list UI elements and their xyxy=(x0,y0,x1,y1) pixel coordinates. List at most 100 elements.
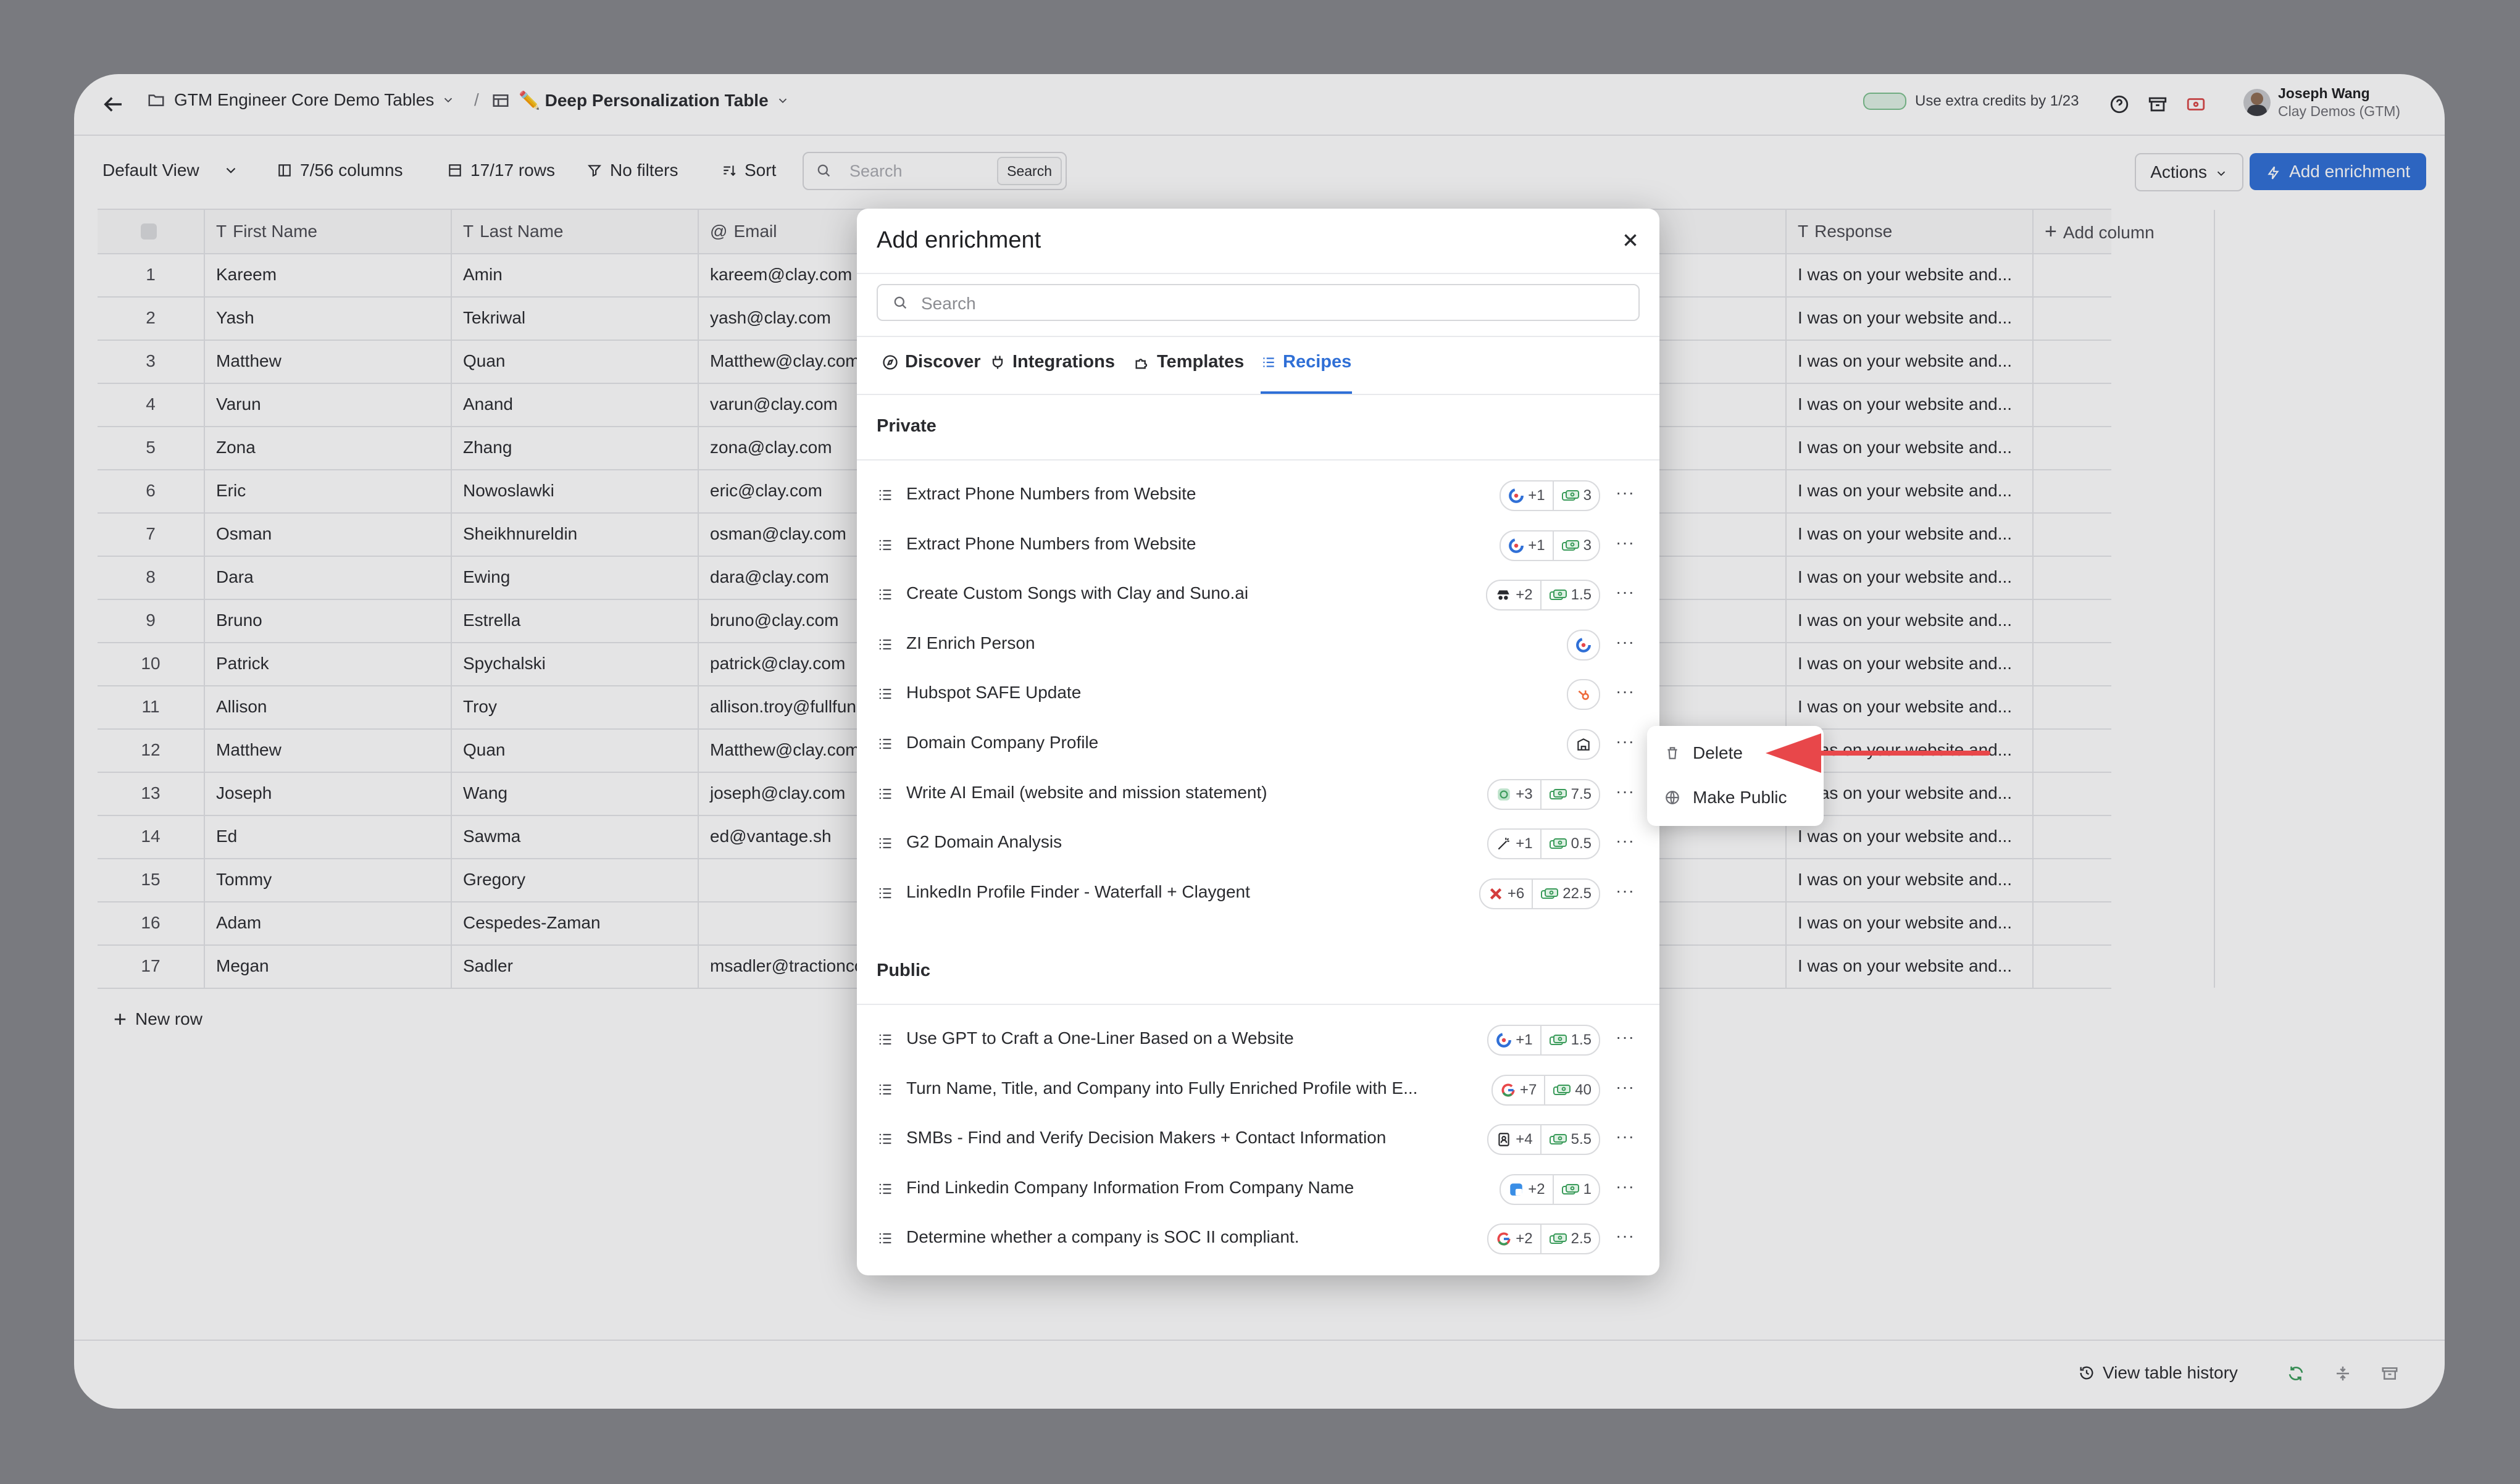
more-options-icon[interactable]: ··· xyxy=(1616,682,1635,701)
last-name-cell[interactable]: Wang xyxy=(452,772,699,815)
more-options-icon[interactable]: ··· xyxy=(1616,782,1635,801)
response-cell[interactable]: I was on your website and... xyxy=(1787,858,2034,901)
response-cell[interactable]: I was on your website and... xyxy=(1787,944,2034,988)
credits-indicator[interactable]: Use extra credits by 1/23 xyxy=(1863,93,2079,110)
first-name-cell[interactable]: Dara xyxy=(205,556,452,599)
empty-cell[interactable] xyxy=(2034,253,2215,296)
more-options-icon[interactable]: ··· xyxy=(1616,1027,1635,1047)
column-header-last-name[interactable]: T Last Name xyxy=(452,210,699,253)
row-number[interactable]: 2 xyxy=(98,296,205,340)
more-options-icon[interactable]: ··· xyxy=(1616,632,1635,652)
row-number[interactable]: 13 xyxy=(98,772,205,815)
response-cell[interactable]: I was on your website and... xyxy=(1787,340,2034,383)
add-column-button[interactable]: + Add column xyxy=(2034,210,2215,253)
more-options-icon[interactable]: ··· xyxy=(1616,1127,1635,1146)
breadcrumb-workspace[interactable]: GTM Engineer Core Demo Tables xyxy=(147,90,464,110)
first-name-cell[interactable]: Megan xyxy=(205,944,452,988)
tab-discover[interactable]: Discover xyxy=(882,352,981,372)
last-name-cell[interactable]: Spychalski xyxy=(452,642,699,685)
user-menu[interactable]: Joseph Wang Clay Demos (GTM) xyxy=(2243,85,2400,120)
recipe-item[interactable]: Extract Phone Numbers from Website +1 3 ··· xyxy=(857,520,1659,570)
more-options-icon[interactable]: ··· xyxy=(1616,1177,1635,1196)
response-cell[interactable]: I was on your website and... xyxy=(1787,599,2034,642)
table-search[interactable]: Search Search xyxy=(803,152,1067,190)
view-selector[interactable]: Default View xyxy=(102,160,246,180)
empty-cell[interactable] xyxy=(2034,556,2215,599)
last-name-cell[interactable]: Ewing xyxy=(452,556,699,599)
last-name-cell[interactable]: Cespedes-Zaman xyxy=(452,901,699,944)
column-header-first-name[interactable]: T First Name xyxy=(205,210,452,253)
more-options-icon[interactable]: ··· xyxy=(1616,732,1635,751)
new-row-button[interactable]: + New row xyxy=(114,1006,202,1032)
column-header-response[interactable]: T Response xyxy=(1787,210,2034,253)
last-name-cell[interactable]: Quan xyxy=(452,728,699,772)
last-name-cell[interactable]: Tekriwal xyxy=(452,296,699,340)
row-number[interactable]: 12 xyxy=(98,728,205,772)
empty-cell[interactable] xyxy=(2034,340,2215,383)
more-options-icon[interactable]: ··· xyxy=(1616,831,1635,851)
recipe-item[interactable]: Determine whether a company is SOC II co… xyxy=(857,1214,1659,1263)
response-cell[interactable]: I was on your website and... xyxy=(1787,296,2034,340)
add-enrichment-button[interactable]: Add enrichment xyxy=(2250,153,2426,190)
recipe-item[interactable]: Turn Name, Title, and Company into Fully… xyxy=(857,1065,1659,1114)
row-number[interactable]: 11 xyxy=(98,685,205,728)
recipe-item[interactable]: LinkedIn Profile Finder - Waterfall + Cl… xyxy=(857,869,1659,918)
tab-recipes[interactable]: Recipes xyxy=(1261,352,1351,372)
first-name-cell[interactable]: Joseph xyxy=(205,772,452,815)
last-name-cell[interactable]: Troy xyxy=(452,685,699,728)
empty-cell[interactable] xyxy=(2034,383,2215,426)
empty-cell[interactable] xyxy=(2034,469,2215,512)
make-public-menu-item[interactable]: Make Public xyxy=(1664,788,1787,807)
filters-button[interactable]: No filters xyxy=(586,160,678,180)
empty-cell[interactable] xyxy=(2034,772,2215,815)
last-name-cell[interactable]: Zhang xyxy=(452,426,699,469)
response-cell[interactable]: I was on your website and... xyxy=(1787,815,2034,858)
row-number[interactable]: 9 xyxy=(98,599,205,642)
recipe-item[interactable]: ZI Enrich Person ··· xyxy=(857,620,1659,669)
row-number[interactable]: 6 xyxy=(98,469,205,512)
row-number[interactable]: 4 xyxy=(98,383,205,426)
empty-cell[interactable] xyxy=(2034,944,2215,988)
first-name-cell[interactable]: Ed xyxy=(205,815,452,858)
refresh-icon[interactable] xyxy=(2287,1364,2305,1383)
first-name-cell[interactable]: Zona xyxy=(205,426,452,469)
sort-button[interactable]: Sort xyxy=(721,160,776,180)
recipe-item[interactable]: Hubspot SAFE Update ··· xyxy=(857,669,1659,719)
last-name-cell[interactable]: Sadler xyxy=(452,944,699,988)
last-name-cell[interactable]: Sawma xyxy=(452,815,699,858)
recipe-item[interactable]: Create Custom Songs with Clay and Suno.a… xyxy=(857,570,1659,619)
first-name-cell[interactable]: Tommy xyxy=(205,858,452,901)
columns-button[interactable]: 7/56 columns xyxy=(277,160,403,180)
empty-cell[interactable] xyxy=(2034,642,2215,685)
actions-button[interactable]: Actions xyxy=(2135,153,2243,191)
last-name-cell[interactable]: Sheikhnureldin xyxy=(452,512,699,556)
response-cell[interactable]: I was on your website and... xyxy=(1787,556,2034,599)
first-name-cell[interactable]: Patrick xyxy=(205,642,452,685)
row-number[interactable]: 10 xyxy=(98,642,205,685)
tab-integrations[interactable]: Integrations xyxy=(989,352,1115,372)
last-name-cell[interactable]: Nowoslawki xyxy=(452,469,699,512)
empty-cell[interactable] xyxy=(2034,858,2215,901)
first-name-cell[interactable]: Allison xyxy=(205,685,452,728)
more-options-icon[interactable]: ··· xyxy=(1616,533,1635,552)
recipe-item[interactable]: Extract Phone Numbers from Website +1 3 ··· xyxy=(857,470,1659,520)
first-name-cell[interactable]: Bruno xyxy=(205,599,452,642)
empty-cell[interactable] xyxy=(2034,426,2215,469)
empty-cell[interactable] xyxy=(2034,901,2215,944)
row-number[interactable]: 1 xyxy=(98,253,205,296)
last-name-cell[interactable]: Anand xyxy=(452,383,699,426)
tab-templates[interactable]: Templates xyxy=(1133,352,1244,372)
delete-menu-item[interactable]: Delete xyxy=(1664,743,1743,763)
first-name-cell[interactable]: Adam xyxy=(205,901,452,944)
more-options-icon[interactable]: ··· xyxy=(1616,582,1635,602)
first-name-cell[interactable]: Matthew xyxy=(205,340,452,383)
more-options-icon[interactable]: ··· xyxy=(1616,881,1635,901)
row-number[interactable]: 5 xyxy=(98,426,205,469)
modal-search-input[interactable]: Search xyxy=(877,284,1640,321)
last-name-cell[interactable]: Quan xyxy=(452,340,699,383)
empty-cell[interactable] xyxy=(2034,728,2215,772)
recipe-item[interactable]: SMBs - Find and Verify Decision Makers +… xyxy=(857,1114,1659,1164)
more-options-icon[interactable]: ··· xyxy=(1616,483,1635,502)
row-number[interactable]: 17 xyxy=(98,944,205,988)
response-cell[interactable]: I was on your website and... xyxy=(1787,426,2034,469)
